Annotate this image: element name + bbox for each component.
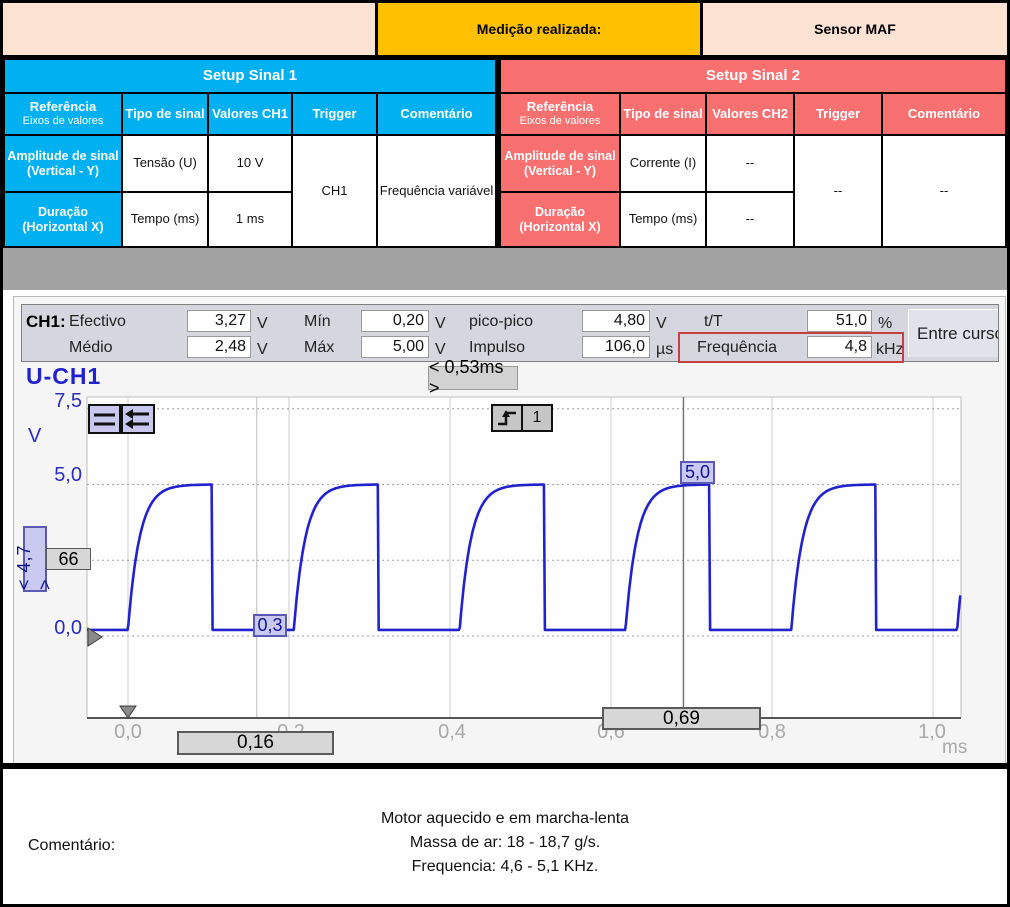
setup2-col-valores: Valores CH2 xyxy=(707,94,793,134)
setup1-tipo-2: Tempo (ms) xyxy=(123,193,207,246)
oscilloscope-screenshot: CH1: Efectivo 3,27 V Mín 0,20 V pico-pic… xyxy=(13,296,1006,766)
trace-title: U-CH1 xyxy=(26,363,101,390)
setup1-valor-1: 10 V xyxy=(209,136,291,191)
cursor-delta-voltage-box[interactable]: < 4,7 > xyxy=(23,526,47,592)
row-label: Duração xyxy=(38,205,88,219)
comment-section: Comentário: Motor aquecido e em marcha-l… xyxy=(3,763,1007,904)
setup2-title: Setup Sinal 2 xyxy=(501,60,1005,92)
cursor1-time-box[interactable]: 0,16 xyxy=(177,731,334,755)
setup1-valor-2: 1 ms xyxy=(209,193,291,246)
trigger-channel-number: 1 xyxy=(523,406,551,430)
col-sublabel: Eixos de valores xyxy=(520,115,601,128)
setup2-row-duracao: Duração(Horizontal X) xyxy=(501,193,619,246)
rising-edge-icon xyxy=(493,406,523,430)
comment-line-2: Massa de ar: 18 - 18,7 g/s. xyxy=(3,831,1007,855)
setup-tables: Setup Sinal 1 ReferênciaEixos de valores… xyxy=(3,58,1007,248)
x-tick-0-0: 0,0 xyxy=(106,721,150,744)
x-axis-unit: ms xyxy=(942,737,967,759)
row-sublabel: (Vertical - Y) xyxy=(27,164,99,178)
setup2-valor-2: -- xyxy=(707,193,793,246)
report-page: Medição realizada: Sensor MAF Setup Sina… xyxy=(0,0,1010,907)
y-axis-unit: V xyxy=(28,425,41,448)
cursor-y-position-box[interactable]: 66 xyxy=(46,548,91,570)
comment-text: Motor aquecido e em marcha-lenta Massa d… xyxy=(3,807,1007,879)
setup2-tipo-1: Corrente (I) xyxy=(621,136,705,191)
setup1-row-duracao: Duração(Horizontal X) xyxy=(5,193,121,246)
cursor-delta-time-box[interactable]: < 0,53ms > xyxy=(428,366,518,390)
horizontal-cursors-icon[interactable] xyxy=(88,404,121,434)
setup1-col-tipo: Tipo de sinal xyxy=(123,94,207,134)
col-label: Referência xyxy=(30,100,96,115)
setup1-col-valores: Valores CH1 xyxy=(209,94,291,134)
setup1-col-trigger: Trigger xyxy=(293,94,376,134)
trigger-settings-icon[interactable]: 1 xyxy=(491,404,553,432)
setup2-comment-value: -- xyxy=(883,136,1005,246)
cursor1-voltage-label[interactable]: 0,3 xyxy=(253,614,287,637)
row-label: Duração xyxy=(535,205,585,219)
setup1-title: Setup Sinal 1 xyxy=(5,60,495,92)
setup2-col-comentario: Comentário xyxy=(883,94,1005,134)
cursor2-voltage-label[interactable]: 5,0 xyxy=(680,461,715,484)
setup2-col-tipo: Tipo de sinal xyxy=(621,94,705,134)
header-sensor-name: Sensor MAF xyxy=(703,3,1007,55)
setup1-trigger-value: CH1 xyxy=(293,136,376,246)
comment-line-3: Frequencia: 4,6 - 5,1 KHz. xyxy=(3,855,1007,879)
trigger-number-text: 1 xyxy=(533,409,542,427)
setup-signal-1-table: Setup Sinal 1 ReferênciaEixos de valores… xyxy=(3,58,497,248)
setup2-tipo-2: Tempo (ms) xyxy=(621,193,705,246)
cursor-lines-glyph xyxy=(90,406,119,432)
setup2-col-referencia: ReferênciaEixos de valores xyxy=(501,94,619,134)
setup1-tipo-1: Tensão (U) xyxy=(123,136,207,191)
y-tick-0-0: 0,0 xyxy=(42,617,82,640)
x-tick-0-4: 0,4 xyxy=(430,721,474,744)
row-label: Amplitude de sinal xyxy=(504,149,615,163)
y-tick-7-5: 7,5 xyxy=(42,390,82,413)
setup1-row-amplitude: Amplitude de sinal(Vertical - Y) xyxy=(5,136,121,191)
setup2-valor-1: -- xyxy=(707,136,793,191)
setup2-trigger-value: -- xyxy=(795,136,881,246)
col-label: Referência xyxy=(527,100,593,115)
separator-band xyxy=(3,248,1007,290)
header-row: Medição realizada: Sensor MAF xyxy=(3,3,1007,58)
setup1-comment-value: Frequência variável xyxy=(378,136,495,246)
row-sublabel: (Horizontal X) xyxy=(22,220,103,234)
row-sublabel: (Vertical - Y) xyxy=(524,164,596,178)
col-sublabel: Eixos de valores xyxy=(23,115,104,128)
setup2-col-trigger: Trigger xyxy=(795,94,881,134)
header-measured-label: Medição realizada: xyxy=(378,3,703,55)
setup2-row-amplitude: Amplitude de sinal(Vertical - Y) xyxy=(501,136,619,191)
row-label: Amplitude de sinal xyxy=(7,149,118,163)
move-cursors-left-icon[interactable] xyxy=(121,404,155,434)
comment-line-1: Motor aquecido e em marcha-lenta xyxy=(3,807,1007,831)
y-tick-5-0: 5,0 xyxy=(42,464,82,487)
row-sublabel: (Horizontal X) xyxy=(519,220,600,234)
setup-signal-2-table: Setup Sinal 2 ReferênciaEixos de valores… xyxy=(499,58,1007,248)
setup1-col-comentario: Comentário xyxy=(378,94,495,134)
left-arrows-glyph xyxy=(123,406,153,432)
setup1-col-referencia: ReferênciaEixos de valores xyxy=(5,94,121,134)
header-empty-cell xyxy=(3,3,378,55)
cursor2-time-box[interactable]: 0,69 xyxy=(602,707,761,730)
plot-background xyxy=(87,397,961,718)
